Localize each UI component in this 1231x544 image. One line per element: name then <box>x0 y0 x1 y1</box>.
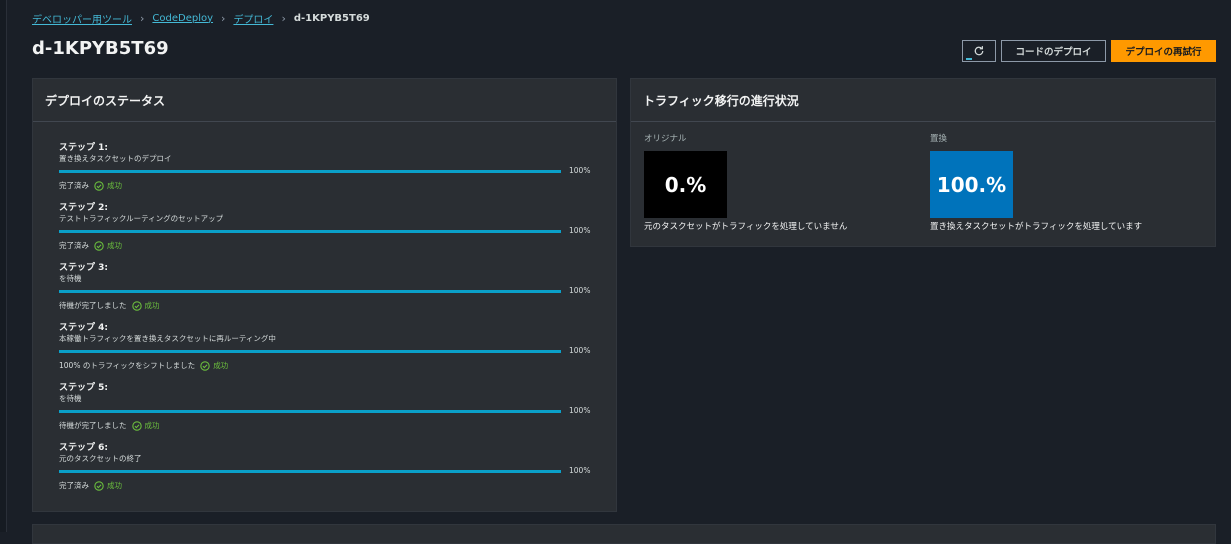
deployment-step: ステップ 6: 元のタスクセットの終了 100% 完了済み 成功 <box>59 440 599 500</box>
step-percent: 100% <box>569 406 591 415</box>
deployment-step: ステップ 5: を待機 100% 待機が完了しました 成功 <box>59 380 599 440</box>
success-check-icon <box>131 300 142 311</box>
success-check-icon <box>200 360 210 371</box>
step-status-text: 待機が完了しました <box>59 301 127 310</box>
focus-indicator <box>966 58 972 60</box>
step-status-text: 完了済み <box>59 181 89 190</box>
chevron-right-icon: › <box>281 11 286 25</box>
step-percent: 100% <box>569 346 591 355</box>
step-status: 完了済み 成功 <box>59 480 122 491</box>
step-progress-bar <box>59 230 561 233</box>
breadcrumb: デベロッパー用ツール › CodeDeploy › デプロイ › d-1KPYB… <box>32 10 370 26</box>
step-result: 成功 <box>144 421 160 430</box>
replacement-traffic: 置換 100.% 置き換えタスクセットがトラフィックを処理しています <box>930 132 1142 232</box>
step-status: 待機が完了しました 成功 <box>59 420 160 431</box>
step-status-text: 待機が完了しました <box>59 421 127 430</box>
step-progress-fill <box>59 170 561 173</box>
next-panel <box>32 524 1216 544</box>
step-result: 成功 <box>107 241 122 250</box>
step-progress-fill <box>59 410 561 413</box>
chevron-right-icon: › <box>221 11 226 25</box>
step-progress-bar <box>59 350 561 353</box>
deployment-step: ステップ 2: テストトラフィックルーティングのセットアップ 100% 完了済み 成功 <box>59 200 599 260</box>
original-note: 元のタスクセットがトラフィックを処理していません <box>644 222 848 232</box>
step-percent: 100% <box>569 466 591 475</box>
deployment-step: ステップ 1: 置き換えタスクセットのデプロイ 100% 完了済み 成功 <box>59 140 599 200</box>
breadcrumb-deployments[interactable]: デプロイ <box>233 11 273 26</box>
breadcrumb-codedeploy[interactable]: CodeDeploy <box>152 13 213 24</box>
replacement-label: 置換 <box>930 134 948 144</box>
step-status: 完了済み 成功 <box>59 240 122 251</box>
success-check-icon <box>94 480 104 491</box>
breadcrumb-developer-tools[interactable]: デベロッパー用ツール <box>32 11 132 26</box>
step-progress-bar <box>59 470 561 473</box>
deployment-step: ステップ 3: を待機 100% 待機が完了しました 成功 <box>59 260 599 320</box>
step-status-text: 完了済み <box>59 481 89 490</box>
step-status-text: 100% のトラフィックをシフトしました <box>59 361 196 370</box>
step-status: 待機が完了しました 成功 <box>59 300 160 311</box>
step-status: 完了済み 成功 <box>59 180 122 191</box>
refresh-icon <box>974 46 984 56</box>
step-status: 100% のトラフィックをシフトしました 成功 <box>59 360 228 371</box>
success-check-icon <box>94 180 104 191</box>
side-nav-strip <box>0 0 7 532</box>
original-label: オリジナル <box>644 134 687 144</box>
step-result: 成功 <box>107 481 122 490</box>
original-percent: 0.% <box>644 151 727 218</box>
step-description: を待機 <box>59 394 82 403</box>
step-description: 置き換えタスクセットのデプロイ <box>59 154 172 163</box>
step-progress-fill <box>59 230 561 233</box>
step-progress-bar <box>59 170 561 173</box>
breadcrumb-current: d-1KPYB5T69 <box>293 12 370 24</box>
step-title: ステップ 4: <box>59 323 108 333</box>
traffic-shift-title: トラフィック移行の進行状況 <box>631 79 1215 122</box>
success-check-icon <box>131 420 142 431</box>
deploy-code-button[interactable]: コードのデプロイ <box>1001 40 1106 62</box>
step-result: 成功 <box>213 361 229 370</box>
replacement-note: 置き換えタスクセットがトラフィックを処理しています <box>930 222 1143 232</box>
step-progress-fill <box>59 290 561 293</box>
step-title: ステップ 6: <box>59 443 108 453</box>
step-description: を待機 <box>59 274 82 283</box>
step-progress-bar <box>59 410 561 413</box>
traffic-shift-panel: トラフィック移行の進行状況 オリジナル 0.% 元のタスクセットがトラフィックを… <box>630 78 1216 247</box>
step-description: 元のタスクセットの終了 <box>59 454 142 463</box>
step-progress-fill <box>59 470 561 473</box>
original-traffic: オリジナル 0.% 元のタスクセットがトラフィックを処理していません <box>644 132 847 232</box>
step-description: 本稼働トラフィックを置き換えタスクセットに再ルーティング中 <box>59 334 276 343</box>
success-check-icon <box>94 240 104 251</box>
step-percent: 100% <box>569 286 591 295</box>
step-percent: 100% <box>569 226 591 235</box>
refresh-button[interactable] <box>962 40 996 62</box>
chevron-right-icon: › <box>140 11 145 25</box>
retry-deployment-button[interactable]: デプロイの再試行 <box>1111 40 1216 62</box>
step-title: ステップ 2: <box>59 203 108 213</box>
step-progress-bar <box>59 290 561 293</box>
step-status-text: 完了済み <box>59 241 89 250</box>
step-percent: 100% <box>569 166 591 175</box>
step-result: 成功 <box>144 301 160 310</box>
step-result: 成功 <box>107 181 122 190</box>
step-list: ステップ 1: 置き換えタスクセットのデプロイ 100% 完了済み 成功 ステップ 2: テ… <box>59 140 599 500</box>
page-title: d-1KPYB5T69 <box>32 38 169 59</box>
deployment-step: ステップ 4: 本稼働トラフィックを置き換えタスクセットに再ルーティング中 100%… <box>59 320 599 380</box>
header-actions: コードのデプロイ デプロイの再試行 <box>962 40 1216 62</box>
step-title: ステップ 1: <box>59 143 108 153</box>
step-title: ステップ 3: <box>59 263 108 273</box>
step-description: テストトラフィックルーティングのセットアップ <box>59 214 224 223</box>
step-progress-fill <box>59 350 561 353</box>
deployment-status-panel: デプロイのステータス ステップ 1: 置き換えタスクセットのデプロイ 100% 完了済… <box>32 78 617 512</box>
replacement-percent: 100.% <box>930 151 1013 218</box>
step-title: ステップ 5: <box>59 383 108 393</box>
deployment-status-title: デプロイのステータス <box>33 79 616 122</box>
